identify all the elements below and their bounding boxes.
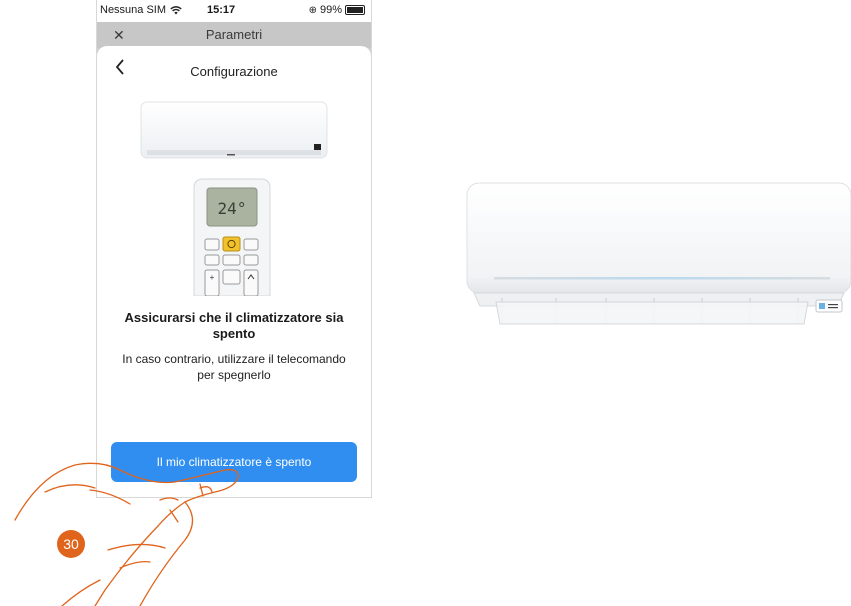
carrier-label: Nessuna SIM (100, 4, 167, 16)
status-bar: Nessuna SIM 15:17 ⊕ 99% (97, 0, 371, 22)
battery-status: ⊕ 99% (309, 4, 365, 16)
ac-unit-large (466, 182, 851, 325)
svg-text:+: + (210, 273, 215, 282)
ac-unit-small (140, 101, 328, 159)
phone-screen: Nessuna SIM 15:17 ⊕ 99% ✕ Parametri Conf… (96, 0, 372, 498)
battery-icon (345, 5, 365, 15)
carrier: Nessuna SIM (100, 4, 182, 16)
step-number-badge: 30 (57, 530, 85, 558)
clock: 15:17 (207, 4, 236, 16)
ac-remote-illustration: 24° + (140, 101, 328, 296)
remote-display-text: 24° (218, 199, 247, 218)
background-header: ✕ Parametri (97, 22, 371, 48)
remote-control: 24° + (193, 178, 271, 296)
background-title: Parametri (205, 27, 263, 42)
wifi-icon (170, 5, 182, 14)
instruction-description: In caso contrario, utilizzare il telecom… (122, 352, 346, 382)
battery-percent: 99% (319, 4, 342, 16)
instruction-heading: Assicurarsi che il climatizzatore sia sp… (124, 310, 344, 341)
pointing-hand-illustration (14, 462, 239, 606)
orientation-lock-icon: ⊕ (308, 4, 317, 16)
close-icon: ✕ (113, 27, 125, 43)
